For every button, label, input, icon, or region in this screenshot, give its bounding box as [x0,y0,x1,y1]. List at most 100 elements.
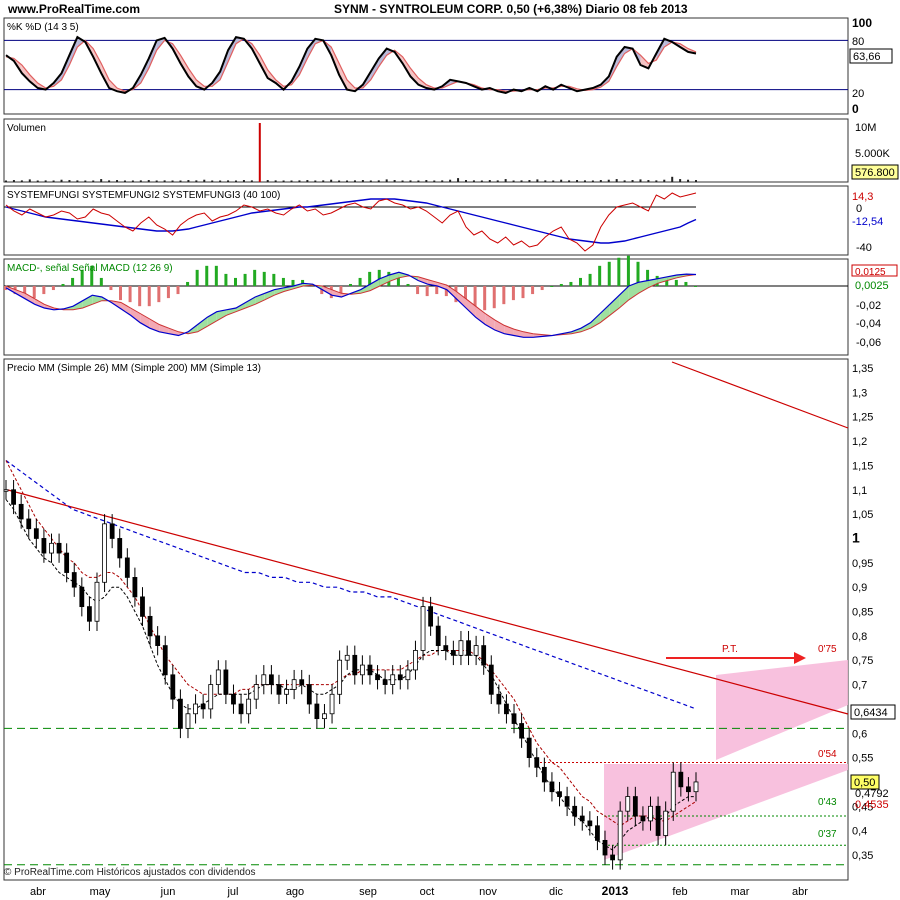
systemfungi-last-2: 0 [856,203,862,215]
price-xtick: may [90,886,111,898]
price-candle [185,713,191,729]
volume-bar [100,179,103,182]
price-candle [670,771,676,812]
macd-last-1: 0,0125 [855,267,886,278]
price-candle [238,703,244,715]
price-candle [56,542,62,554]
price-candle [79,586,85,608]
volume-bar [203,179,206,182]
price-candle [71,572,77,588]
volume-bar [520,180,523,182]
systemfungi-tick-neg40: -40 [856,242,872,254]
volume-bar [615,179,618,182]
target-075-label: 0'75 [818,644,837,655]
price-tick: 0,35 [852,850,873,862]
macd-hist-bar [540,286,544,291]
price-candle [511,713,517,724]
price-candle [147,615,153,637]
macd-hist-bar [99,277,103,286]
volume-bar [330,179,333,182]
price-candle [337,659,343,695]
price-tick: 0,8 [852,631,867,643]
volume-bar [274,180,277,182]
volume-bar [187,180,190,182]
volume-bar [512,180,515,182]
price-candle [390,674,396,685]
volume-bar [544,180,547,182]
volume-bar [504,179,507,182]
price-candle [488,664,494,695]
volume-bar [679,179,682,182]
volume-bar [36,180,39,182]
price-candle [223,669,229,695]
price-tick: 0,85 [852,607,873,619]
macd-hist-bar [138,286,142,307]
macd-hist-bar [569,281,573,286]
volume-bar [338,180,341,182]
volume-bar [583,180,586,182]
macd-hist-bar [559,283,563,286]
macd-tick-3: -0,06 [856,337,881,349]
price-candle [640,815,646,822]
price-candle [162,645,168,676]
volume-bar [84,180,87,182]
mm200-value: 0,6434 [854,707,888,719]
volume-bar [314,180,317,182]
volume-bar [695,180,697,182]
price-candle [155,635,161,646]
volume-bar [322,180,325,182]
price-candle [208,684,214,710]
price-candle [557,791,562,797]
volume-bar [647,180,650,182]
stoch-tick-100: 100 [852,16,872,30]
price-candle [572,805,578,817]
volume-bar [227,180,230,182]
price-tick: 0,55 [852,753,873,765]
macd-hist-bar [425,286,429,297]
price-candle [663,810,669,836]
price-candle [109,523,115,539]
macd-hist-bar [281,277,285,286]
macd-hist-bar [253,269,257,286]
volume-bar [655,180,658,182]
volume-bar [369,180,372,182]
volume-bar [631,180,634,182]
price-candle [215,669,221,685]
volume-bar [465,180,467,182]
price-tick: 1,1 [852,485,867,497]
volume-bar [433,180,436,182]
price-xtick: dic [549,886,564,898]
volume-label: Volumen [7,123,46,134]
volume-bar [123,180,126,182]
macd-hist-bar [243,273,247,286]
price-candle [405,669,411,681]
price-xtick: sep [359,886,377,898]
price-tick: 1,15 [852,460,873,472]
price-candle [655,805,661,836]
price-candle [450,650,456,656]
volume-bar [425,180,428,182]
stoch-tick-0: 0 [852,102,859,116]
macd-hist-bar [674,279,678,286]
price-candle [534,757,540,768]
price-candle [26,518,32,530]
volume-bar [147,180,150,182]
stoch-tick-80: 80 [852,36,864,48]
level-043-label: 0'43 [818,797,837,808]
price-candle [602,839,608,856]
price-candle [117,538,123,559]
volume-bar [361,180,364,182]
volume-bar [155,180,158,182]
price-candle [87,606,92,622]
macd-hist-bar [119,286,122,301]
macd-hist-bar [262,271,266,286]
price-xtick: abr [792,886,808,898]
volume-tick-5000k: 5.000K [855,148,891,160]
macd-hist-bar [684,281,688,286]
volume-bar [242,180,245,182]
macd-tick-1: -0,02 [856,300,881,312]
price-candle [617,810,623,861]
price-tick: 0,6 [852,728,867,740]
price-candle [33,528,39,539]
price-candle [344,654,350,661]
